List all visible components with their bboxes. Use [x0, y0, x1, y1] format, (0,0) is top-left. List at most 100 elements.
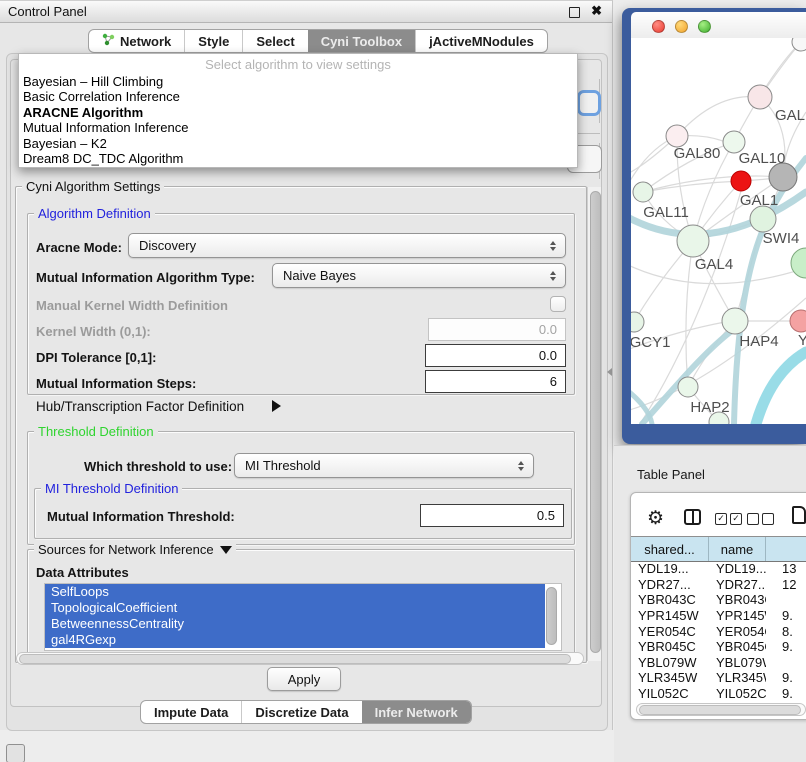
aracne-mode-label: Aracne Mode: — [36, 240, 122, 255]
zoom-traffic-light[interactable] — [698, 20, 711, 33]
node-hap4[interactable] — [722, 308, 748, 334]
splitter-collapse-icon[interactable] — [607, 368, 612, 376]
table-cell: 8. — [766, 624, 806, 639]
combo-spinner-icon — [550, 271, 556, 281]
algorithm-option-basic-correlation-inference[interactable]: Basic Correlation Inference — [19, 89, 577, 104]
close-traffic-light[interactable] — [652, 20, 665, 33]
tab-style[interactable]: Style — [184, 30, 242, 52]
gear-icon[interactable]: ⚙ — [647, 507, 664, 530]
which-threshold-value: MI Threshold — [245, 458, 321, 473]
close-icon[interactable]: ✖ — [591, 3, 602, 19]
column-header-name[interactable]: name — [709, 537, 766, 561]
node-gray[interactable] — [769, 163, 797, 191]
focused-combo-fragment[interactable] — [577, 90, 601, 116]
manual-kernel-checkbox[interactable] — [550, 296, 566, 312]
mi-steps-label: Mutual Information Steps: — [36, 376, 196, 391]
settings-vertical-scrollbar[interactable] — [587, 187, 601, 661]
node-gal4[interactable] — [677, 225, 709, 257]
table-row[interactable]: YBR045CYBR045C9. — [631, 639, 806, 655]
table-row[interactable]: YPR145WYPR145W9. — [631, 608, 806, 624]
column-browser-icon[interactable] — [684, 509, 701, 525]
table-cell: YBR043C — [631, 592, 709, 607]
tab-cyni-toolbox[interactable]: Cyni Toolbox — [308, 30, 415, 52]
algorithm-option-bayesian-k2[interactable]: Bayesian – K2 — [19, 136, 577, 151]
algorithm-option-aracne-algorithm[interactable]: ARACNE Algorithm — [19, 105, 577, 120]
tab-label: Impute Data — [154, 705, 228, 720]
node-hap2[interactable] — [678, 377, 698, 397]
tab-impute-data[interactable]: Impute Data — [141, 701, 241, 723]
aracne-mode-combo[interactable]: Discovery — [128, 233, 566, 258]
data-attributes-list[interactable]: SelfLoopsTopologicalCoefficientBetweenne… — [44, 583, 562, 651]
manual-kernel-label: Manual Kernel Width Definition — [36, 298, 228, 313]
tab-infer-network[interactable]: Infer Network — [362, 701, 471, 723]
column-header-shared[interactable]: shared... — [631, 537, 709, 561]
mi-threshold-field[interactable]: 0.5 — [420, 504, 564, 527]
table-cell: YDR27... — [631, 577, 709, 592]
tab-jactivemnodules[interactable]: jActiveMNodules — [415, 30, 547, 52]
node-gcy1[interactable] — [631, 312, 644, 332]
node-gal-right[interactable] — [748, 85, 772, 109]
network-window-titlebar[interactable] — [631, 12, 806, 39]
node-salmon-right[interactable] — [790, 310, 806, 332]
node-label-hap2: HAP2 — [690, 399, 729, 416]
select-all-icon[interactable]: ✓✓ — [715, 513, 742, 525]
tab-label: Cyni Toolbox — [321, 34, 402, 49]
kernel-width-field[interactable]: 0.0 — [428, 318, 566, 341]
attribute-item-betweennesscentrality[interactable]: BetweennessCentrality — [45, 616, 545, 632]
tab-network[interactable]: Network — [89, 30, 184, 52]
minimized-panel-icon[interactable] — [6, 744, 25, 762]
which-threshold-label: Which threshold to use: — [84, 459, 232, 474]
node-gal11[interactable] — [633, 182, 653, 202]
expand-arrow-icon[interactable] — [272, 400, 281, 412]
attribute-item-topologicalcoefficient[interactable]: TopologicalCoefficient — [45, 600, 545, 616]
table-cell: YPR145W — [631, 608, 709, 623]
node-gal80[interactable] — [666, 125, 688, 147]
mi-steps-field[interactable]: 6 — [425, 370, 566, 393]
dpi-tolerance-field[interactable]: 0.0 — [425, 344, 566, 367]
table-cell: 13 — [766, 561, 806, 576]
table-row[interactable]: YLR345WYLR345W9. — [631, 670, 806, 686]
table-header: shared...name — [631, 536, 806, 562]
apply-button[interactable]: Apply — [267, 667, 341, 691]
table-row[interactable]: YIL052CYIL052C9. — [631, 686, 806, 699]
attribute-item-selfloops[interactable]: SelfLoops — [45, 584, 545, 600]
attributes-scrollbar[interactable] — [544, 584, 558, 648]
algorithm-option-mutual-information-inference[interactable]: Mutual Information Inference — [19, 120, 577, 135]
node-swi4[interactable] — [750, 206, 776, 232]
node-green-right[interactable] — [791, 248, 806, 278]
settings-horizontal-scrollbar[interactable] — [16, 652, 584, 665]
algorithm-option-bayesian-hill-climbing[interactable]: Bayesian – Hill Climbing — [19, 74, 577, 89]
table-row[interactable]: YDL19...YDL19...13 — [631, 561, 806, 577]
deselect-all-icon[interactable] — [747, 513, 774, 525]
table-row[interactable]: YBL079WYBL079W — [631, 655, 806, 671]
control-panel-titlebar: Control Panel ✖ — [0, 1, 612, 23]
float-window-icon[interactable] — [569, 7, 580, 18]
minimize-traffic-light[interactable] — [675, 20, 688, 33]
table-row[interactable]: YBR043CYBR043C — [631, 592, 806, 608]
node-label-gcy1: GCY1 — [631, 334, 670, 351]
mi-threshold-label: Mutual Information Threshold: — [47, 509, 235, 524]
table-panel-box: ⚙ ✓✓ shared...name YDL19...YDL19...13YDR… — [630, 492, 806, 720]
table-cell: YBL079W — [709, 655, 766, 670]
algorithm-option-dream8-dc-tdc-algorithm[interactable]: Dream8 DC_TDC Algorithm — [19, 151, 577, 166]
node-gal1[interactable] — [731, 171, 751, 191]
collapse-arrow-icon[interactable] — [220, 546, 232, 554]
table-horizontal-scrollbar[interactable] — [636, 703, 806, 716]
table-row[interactable]: YER054CYER054C8. — [631, 623, 806, 639]
tab-discretize-data[interactable]: Discretize Data — [241, 701, 361, 723]
tab-select[interactable]: Select — [242, 30, 307, 52]
column-header-partial[interactable] — [766, 537, 806, 561]
export-table-icon[interactable] — [792, 506, 806, 524]
tab-label: jActiveMNodules — [429, 34, 534, 49]
top-tab-bar: NetworkStyleSelect Cyni Toolbox jActiveMNo… — [88, 29, 548, 53]
attribute-item-gal4rgexp[interactable]: gal4RGexp — [45, 632, 545, 648]
table-cell: YBR045C — [709, 639, 766, 654]
which-threshold-combo[interactable]: MI Threshold — [234, 453, 534, 478]
network-canvas[interactable]: GALGAL80GAL10GAL1GAL11SWI4GAL4GCY1HAP4YH… — [631, 38, 806, 424]
mi-type-combo[interactable]: Naive Bayes — [272, 263, 566, 288]
dpi-tolerance-value: 0.0 — [539, 348, 557, 363]
screen: Control Panel ✖ NetworkStyleSelect Cyni T… — [0, 0, 806, 762]
node-label-gal11: GAL11 — [643, 204, 689, 221]
network-thick-edge — [631, 386, 652, 424]
table-row[interactable]: YDR27...YDR27...12 — [631, 577, 806, 593]
